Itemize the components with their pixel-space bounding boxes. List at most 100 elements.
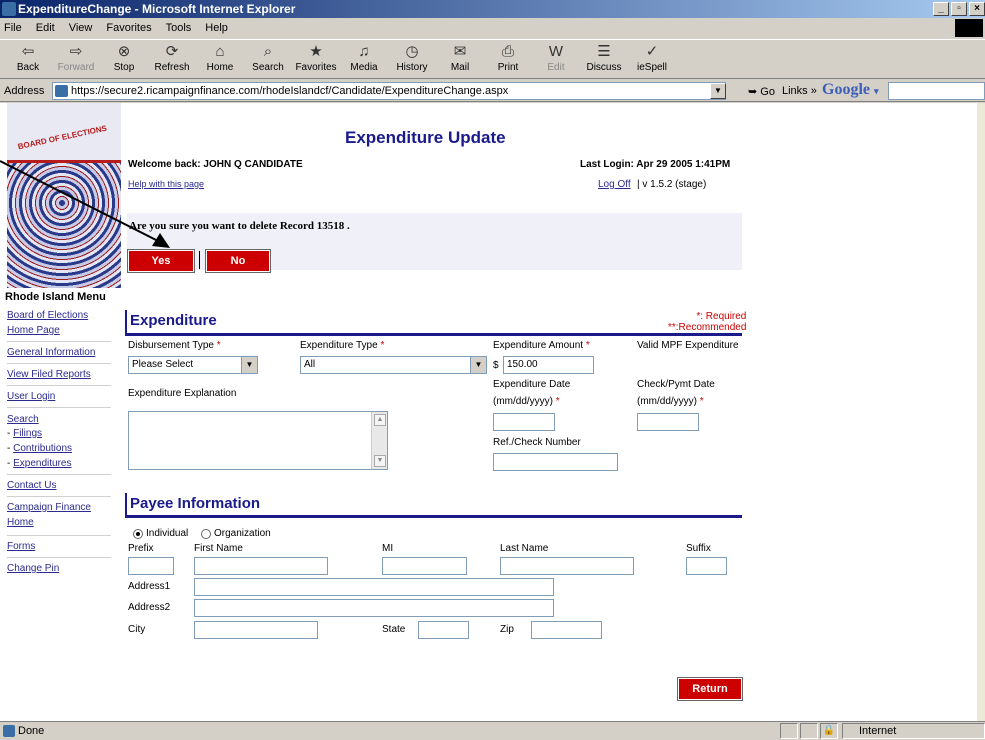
ref-check-input[interactable] — [493, 453, 618, 471]
textarea-scrollbar[interactable]: ▲ ▼ — [371, 412, 387, 469]
nav-title: Rhode Island Menu — [5, 291, 106, 303]
city-input[interactable] — [194, 621, 318, 639]
version-text: | v 1.5.2 (stage) — [637, 179, 707, 190]
chevron-down-icon: ▼ — [241, 357, 257, 373]
expenditure-type-select[interactable]: All ▼ — [300, 356, 487, 374]
nav-general-information[interactable]: General Information — [7, 347, 95, 358]
state-label: State — [382, 624, 406, 635]
pointer-arrow-icon — [0, 160, 170, 248]
last-name-input[interactable] — [500, 557, 634, 575]
google-search-input[interactable] — [888, 82, 985, 100]
address-dropdown-icon[interactable]: ▼ — [710, 83, 726, 99]
mail-button[interactable]: ✉ Mail — [436, 40, 484, 73]
search-button[interactable]: ⌕ Search — [244, 40, 292, 73]
address-url: https://secure2.ricampaignfinance.com/rh… — [71, 85, 509, 97]
page-scrollbar[interactable] — [977, 103, 985, 721]
nav-board-of-elections[interactable]: Board of Elections — [7, 310, 88, 321]
search-icon: ⌕ — [263, 43, 273, 60]
refresh-button[interactable]: ⟳ Refresh — [148, 40, 196, 73]
mi-label: MI — [382, 543, 394, 554]
zip-label: Zip — [500, 624, 514, 635]
expenditure-explanation-label: Expenditure Explanation — [128, 388, 237, 399]
edit-button[interactable]: W Edit — [532, 40, 580, 73]
forward-button[interactable]: ⇨ Forward — [52, 40, 100, 73]
nav-filings[interactable]: Filings — [13, 428, 42, 439]
expenditure-amount-input[interactable]: 150.00 — [503, 356, 594, 374]
return-button[interactable]: Return — [677, 677, 743, 701]
close-icon[interactable]: × — [969, 2, 985, 16]
section-accent — [125, 310, 127, 335]
address2-input[interactable] — [194, 599, 554, 617]
home-icon: ⌂ — [215, 43, 225, 60]
button-separator — [199, 251, 200, 269]
nav-home[interactable]: Home — [7, 517, 34, 528]
address-input[interactable]: https://secure2.ricampaignfinance.com/rh… — [52, 82, 726, 100]
status-bar: Done 🔒 Internet — [0, 721, 985, 740]
address1-label: Address1 — [128, 581, 171, 592]
disbursement-type-select[interactable]: Please Select ▼ — [128, 356, 258, 374]
menu-edit[interactable]: Edit — [36, 22, 55, 34]
links-button[interactable]: Links » — [782, 85, 817, 97]
expenditure-section-title: Expenditure — [130, 312, 217, 329]
nav-change-pin[interactable]: Change Pin — [7, 563, 59, 574]
check-date-input[interactable] — [637, 413, 699, 431]
minimize-icon[interactable]: _ — [933, 2, 949, 16]
history-button[interactable]: ◷ History — [388, 40, 436, 73]
media-icon: ♫ — [358, 43, 370, 60]
check-date-format: (mm/dd/yyyy) * — [637, 396, 704, 407]
last-name-label: Last Name — [500, 543, 549, 554]
log-off-link[interactable]: Log Off — [598, 179, 631, 190]
menu-tools[interactable]: Tools — [166, 22, 192, 34]
menu-file[interactable]: File — [4, 22, 22, 34]
required-legend: *: Required **:Recommended — [668, 311, 747, 333]
zone-pane: Internet — [842, 723, 985, 739]
discuss-icon: ☰ — [597, 43, 611, 60]
mi-input[interactable] — [382, 557, 467, 575]
address-bar: Address https://secure2.ricampaignfinanc… — [0, 80, 985, 102]
first-name-input[interactable] — [194, 557, 328, 575]
expenditure-explanation-textarea[interactable]: ▲ ▼ — [128, 411, 388, 470]
no-button[interactable]: No — [205, 249, 271, 273]
menu-bar: File Edit View Favorites Tools Help — [0, 18, 985, 38]
page-title: Expenditure Update — [345, 128, 506, 147]
suffix-input[interactable] — [686, 557, 727, 575]
google-toolbar-logo[interactable]: Google ▾ — [822, 81, 879, 99]
go-button[interactable]: ➥ Go — [748, 85, 775, 98]
maximize-icon[interactable]: ▫ — [951, 2, 967, 16]
nav-forms[interactable]: Forms — [7, 541, 35, 552]
nav-home-page[interactable]: Home Page — [7, 325, 60, 336]
city-label: City — [128, 624, 146, 635]
refresh-icon: ⟳ — [165, 43, 179, 60]
discuss-button[interactable]: ☰ Discuss — [580, 40, 628, 73]
nav-user-login[interactable]: User Login — [7, 391, 55, 402]
individual-radio[interactable] — [133, 529, 143, 539]
media-button[interactable]: ♫ Media — [340, 40, 388, 73]
menu-help[interactable]: Help — [205, 22, 228, 34]
address1-input[interactable] — [194, 578, 554, 596]
organization-radio[interactable] — [201, 529, 211, 539]
print-button[interactable]: ⎙ Print — [484, 40, 532, 73]
nav-search[interactable]: Search — [7, 414, 39, 425]
home-button[interactable]: ⌂ Home — [196, 40, 244, 73]
page-icon — [55, 85, 68, 97]
nav-campaign-finance[interactable]: Campaign Finance — [7, 502, 91, 513]
window-title-bar: ExpenditureChange - Microsoft Internet E… — [0, 0, 985, 18]
back-button[interactable]: ⇦ Back — [4, 40, 52, 73]
status-text: Done — [18, 725, 45, 737]
iespell-button[interactable]: ✓ ieSpell — [628, 40, 676, 73]
favorites-button[interactable]: ★ Favorites — [292, 40, 340, 73]
stop-button[interactable]: ⊗ Stop — [100, 40, 148, 73]
expenditure-date-input[interactable] — [493, 413, 555, 431]
state-input[interactable] — [418, 621, 469, 639]
zip-input[interactable] — [531, 621, 602, 639]
menu-favorites[interactable]: Favorites — [106, 22, 151, 34]
page-done-icon — [3, 725, 15, 737]
nav-contributions[interactable]: Contributions — [13, 443, 72, 454]
address2-label: Address2 — [128, 602, 171, 613]
prefix-input[interactable] — [128, 557, 174, 575]
menu-view[interactable]: View — [69, 22, 93, 34]
nav-contact-us[interactable]: Contact Us — [7, 480, 56, 491]
nav-view-filed-reports[interactable]: View Filed Reports — [7, 369, 91, 380]
payee-section-rule — [125, 515, 742, 518]
nav-expenditures[interactable]: Expenditures — [13, 458, 71, 469]
